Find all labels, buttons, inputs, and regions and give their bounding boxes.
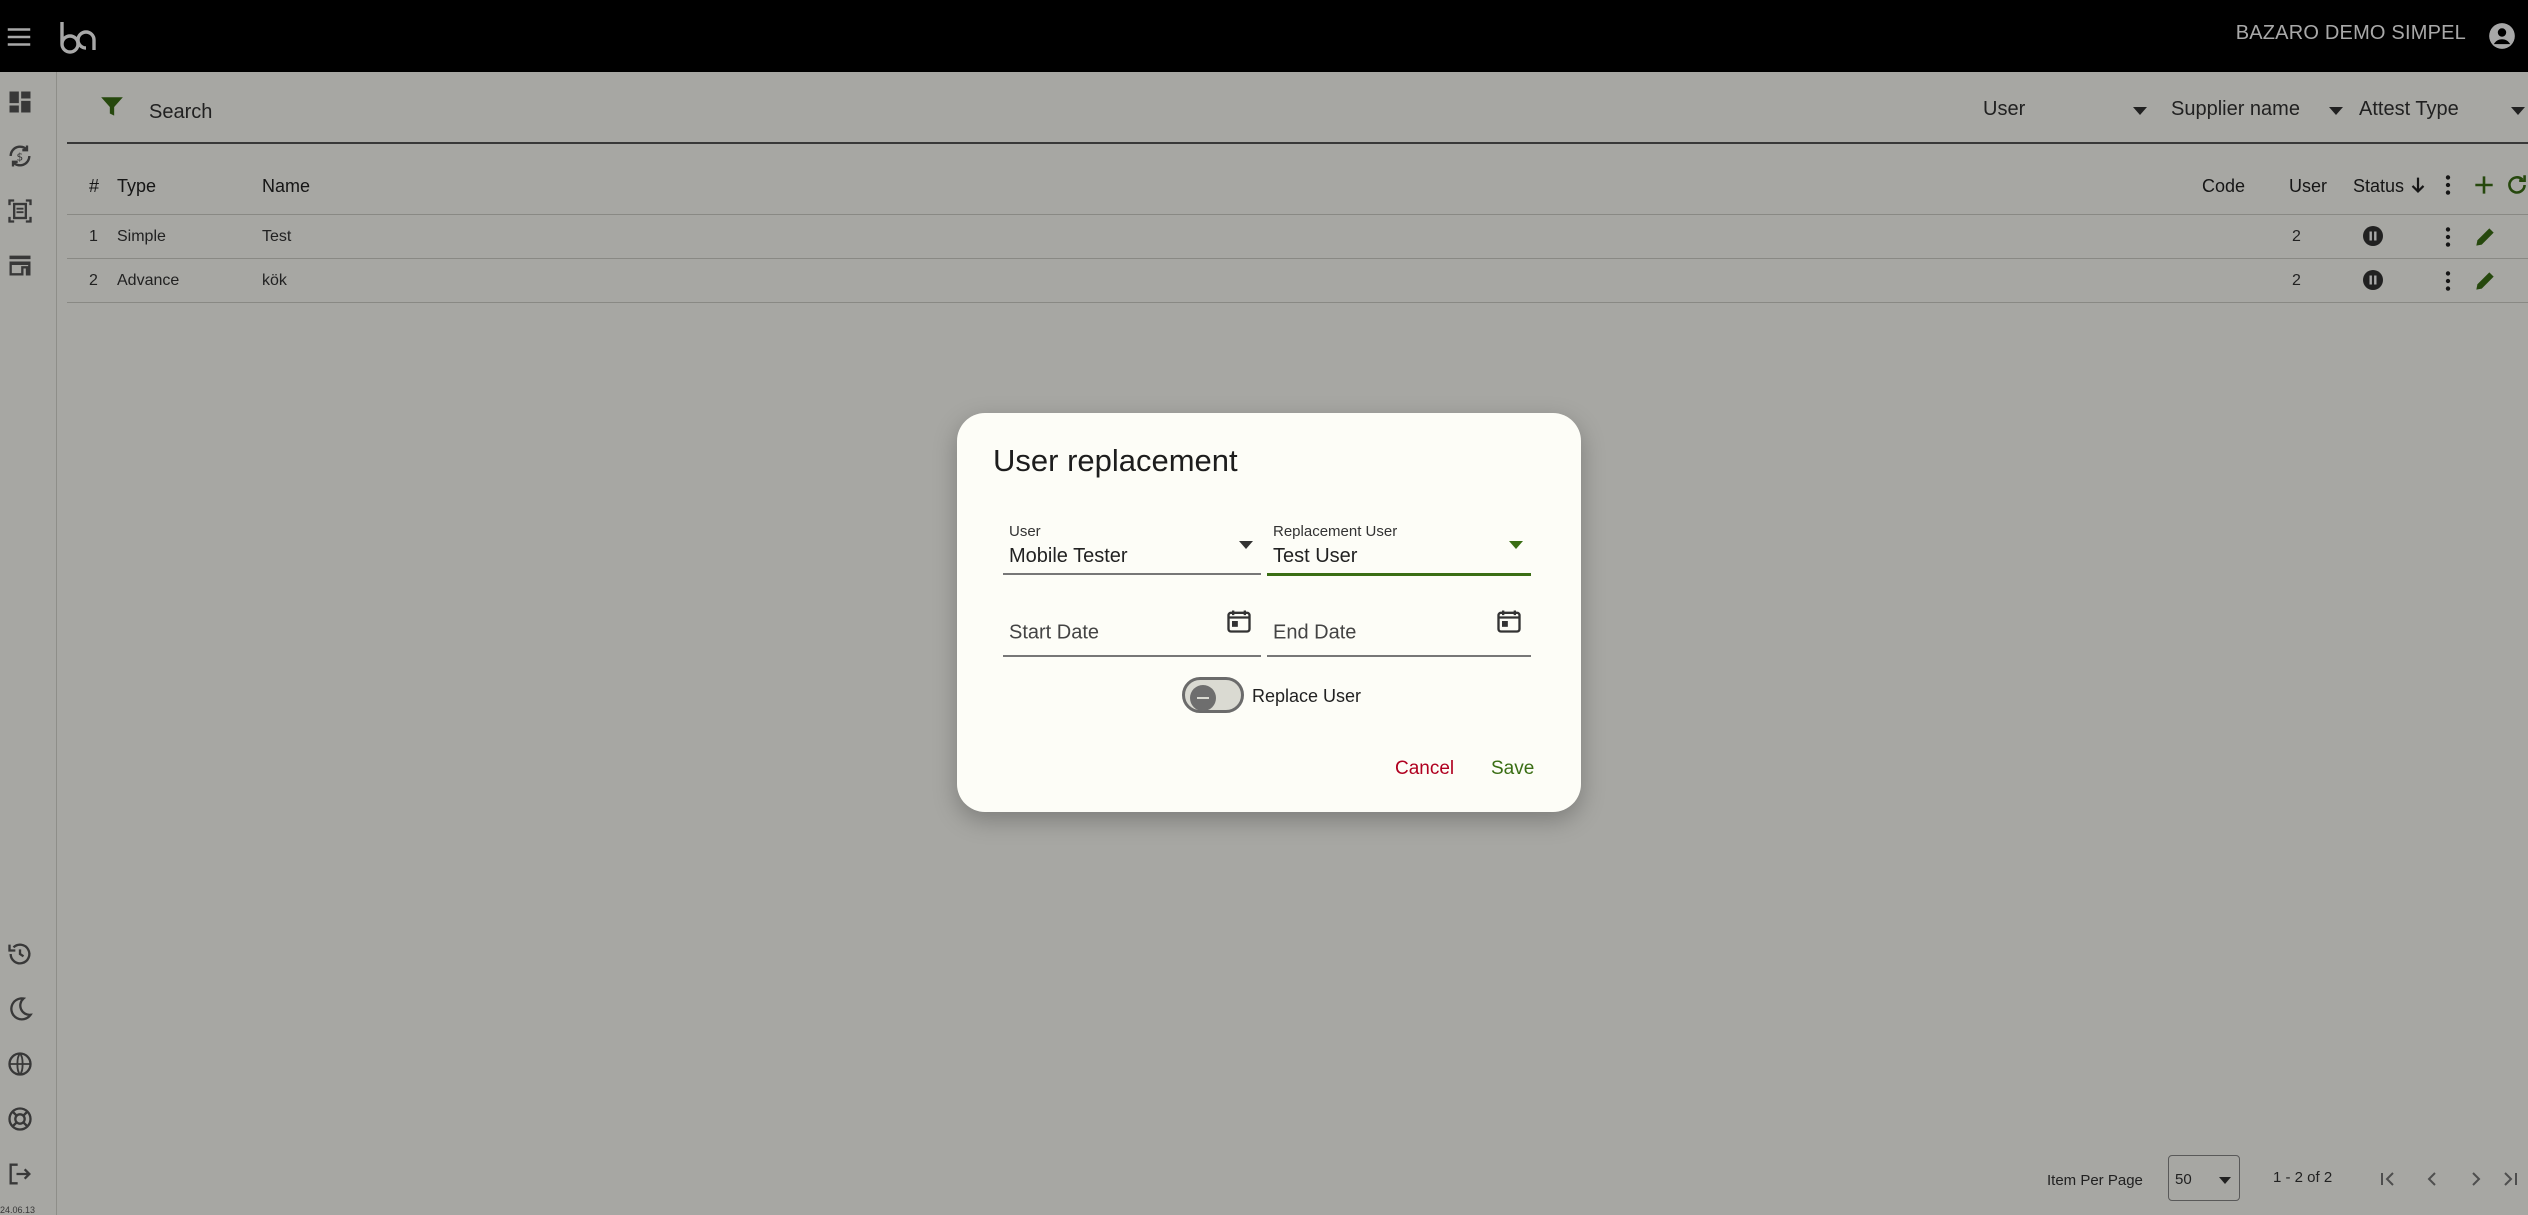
start-date-field[interactable]: Start Date <box>1003 593 1261 657</box>
replace-user-toggle[interactable] <box>1182 677 1244 713</box>
replacement-user-label: Replacement User <box>1273 523 1398 540</box>
chevron-down-icon <box>1509 541 1523 549</box>
user-replacement-dialog: User replacement User Mobile Tester Repl… <box>957 413 1581 812</box>
calendar-icon[interactable] <box>1225 607 1253 635</box>
chevron-down-icon <box>1239 541 1253 549</box>
end-date-placeholder: End Date <box>1273 621 1357 644</box>
calendar-icon[interactable] <box>1495 607 1523 635</box>
replacement-user-select[interactable]: Replacement User Test User <box>1267 515 1531 576</box>
save-button[interactable]: Save <box>1485 757 1540 781</box>
user-select[interactable]: User Mobile Tester <box>1003 515 1261 575</box>
user-select-label: User <box>1009 523 1041 540</box>
toggle-knob <box>1190 685 1216 711</box>
user-select-value: Mobile Tester <box>1009 545 1128 567</box>
replacement-user-value: Test User <box>1273 545 1358 567</box>
end-date-field[interactable]: End Date <box>1267 593 1531 657</box>
replace-user-label: Replace User <box>1252 686 1362 706</box>
dialog-title: User replacement <box>993 443 1238 478</box>
start-date-placeholder: Start Date <box>1009 621 1100 644</box>
cancel-button[interactable]: Cancel <box>1389 757 1460 781</box>
